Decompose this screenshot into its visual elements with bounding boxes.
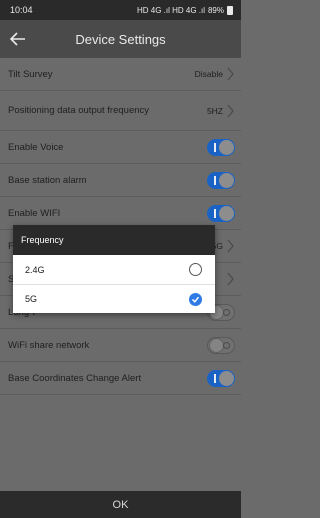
setting-wifi-share-network: WiFi share network xyxy=(0,329,241,362)
setting-enable-voice: Enable Voice xyxy=(0,131,241,164)
radio-checked-icon[interactable] xyxy=(189,292,202,306)
setting-tilt-survey[interactable]: Tilt Survey Disable xyxy=(0,58,241,91)
status-time: 10:04 xyxy=(10,5,33,15)
setting-value: 5HZ xyxy=(206,105,223,116)
setting-label: Positioning data output frequency xyxy=(8,105,150,116)
status-indicators: HD 4G .ıl HD 4G .ıl 89% xyxy=(136,5,233,15)
title-bar: Device Settings xyxy=(0,20,241,58)
chevron-right-icon xyxy=(227,239,234,253)
chevron-right-icon xyxy=(227,272,234,286)
frequency-dialog: Frequency 2.4G 5G xyxy=(13,225,215,313)
base-coordinates-alert-toggle[interactable] xyxy=(207,369,235,387)
setting-positioning-frequency[interactable]: Positioning data output frequency 5HZ xyxy=(0,91,241,131)
battery-level: 89% xyxy=(207,5,224,15)
base-station-alarm-toggle[interactable] xyxy=(207,171,235,189)
option-2-4g[interactable]: 2.4G xyxy=(13,255,215,284)
status-bar: 10:04 HD 4G .ıl HD 4G .ıl 89% xyxy=(0,0,241,20)
setting-value: Disable xyxy=(194,69,223,79)
enable-wifi-toggle[interactable] xyxy=(207,204,235,222)
option-label: 2.4G xyxy=(25,264,45,275)
setting-label: Enable Voice xyxy=(8,141,64,153)
setting-label: Base station alarm xyxy=(8,174,87,186)
battery-icon xyxy=(227,5,233,15)
option-5g[interactable]: 5G xyxy=(13,284,215,313)
page-title: Device Settings xyxy=(75,31,166,47)
option-label: 5G xyxy=(25,294,38,304)
arrow-left-icon xyxy=(10,32,25,46)
setting-value-group xyxy=(226,272,235,286)
checkmark-icon xyxy=(191,296,200,303)
setting-base-station-alarm: Base station alarm xyxy=(0,164,241,197)
setting-value-group: 5G xyxy=(212,239,235,253)
back-button[interactable] xyxy=(0,20,36,58)
chevron-right-icon xyxy=(227,67,234,81)
setting-value-group: Disable xyxy=(195,67,235,81)
dialog-title: Frequency xyxy=(13,225,215,255)
radio-unchecked-icon[interactable] xyxy=(189,263,202,276)
setting-label: Base Coordinates Change Alert xyxy=(8,372,142,384)
ok-button[interactable]: OK xyxy=(0,491,241,518)
wifi-share-network-toggle[interactable] xyxy=(207,336,235,354)
setting-label: Enable WIFI xyxy=(8,207,61,219)
setting-label: Tilt Survey xyxy=(8,68,53,80)
chevron-right-icon xyxy=(227,104,234,117)
setting-label: WiFi share network xyxy=(8,339,90,351)
setting-base-coordinates-alert: Base Coordinates Change Alert xyxy=(0,362,241,395)
enable-voice-toggle[interactable] xyxy=(207,138,235,156)
signal-indicator: HD 4G .ıl HD 4G .ıl xyxy=(136,5,205,15)
setting-value-group: 5HZ xyxy=(207,104,235,118)
